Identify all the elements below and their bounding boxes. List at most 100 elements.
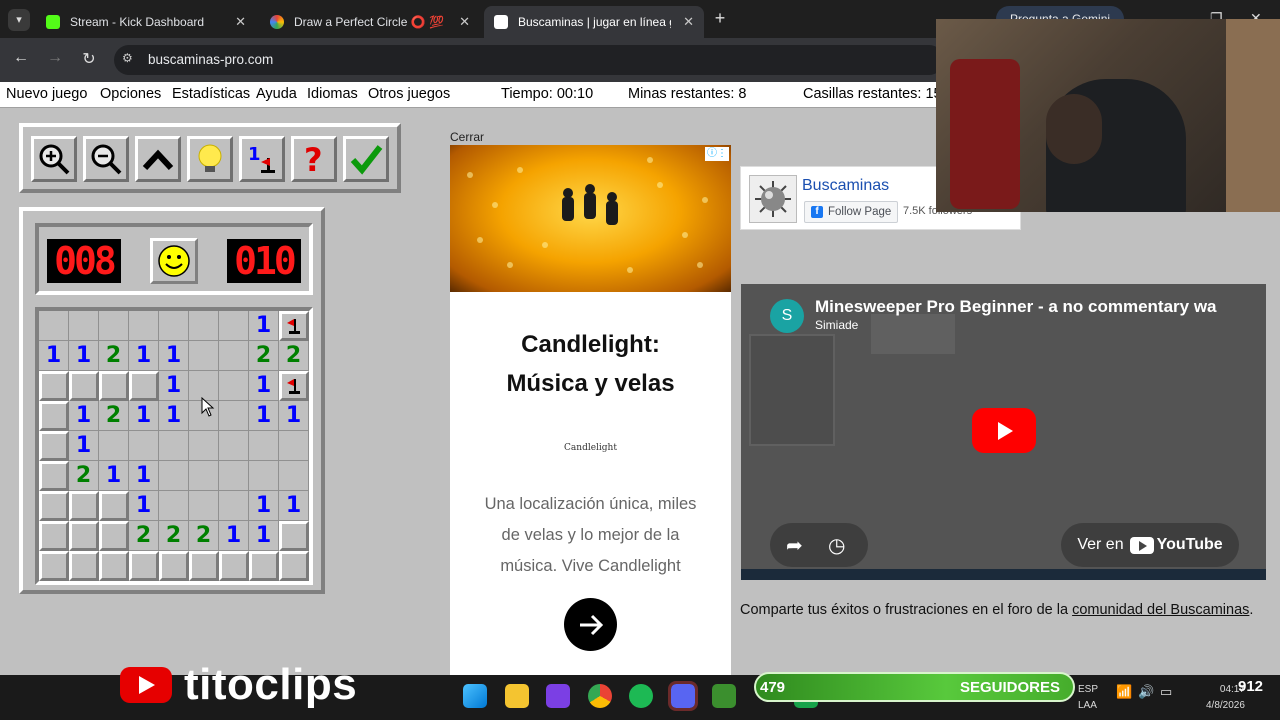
clapper-icon[interactable] <box>546 684 570 708</box>
cell-empty[interactable] <box>249 431 279 461</box>
cell-empty[interactable] <box>159 491 189 521</box>
discord-icon[interactable] <box>668 681 698 711</box>
close-ad-link[interactable]: Cerrar <box>450 130 484 144</box>
url-text[interactable]: buscaminas-pro.com <box>148 52 273 67</box>
cell-unrevealed[interactable] <box>69 491 99 521</box>
zoom-out-button[interactable] <box>83 136 129 182</box>
hint-button[interactable] <box>187 136 233 182</box>
cell-empty[interactable] <box>279 431 309 461</box>
close-tab-icon[interactable]: ✕ <box>235 14 246 30</box>
tab-buscaminas[interactable]: Buscaminas | jugar en línea gra ✕ <box>484 6 704 38</box>
cell-number[interactable]: 2 <box>69 461 99 491</box>
cell-number[interactable]: 1 <box>249 401 279 431</box>
cell-unrevealed[interactable] <box>129 551 159 581</box>
watch-on-youtube-button[interactable]: Ver en YouTube <box>1061 523 1239 567</box>
menu-options[interactable]: Opciones <box>100 86 161 102</box>
cell-empty[interactable] <box>189 341 219 371</box>
cell-unrevealed[interactable] <box>99 551 129 581</box>
spotify-icon[interactable] <box>629 684 653 708</box>
url-field[interactable]: ⚙ buscaminas-pro.com <box>114 45 944 75</box>
cell-number[interactable]: 1 <box>279 401 309 431</box>
volume-icon[interactable]: 🔊 <box>1138 684 1154 700</box>
video-title[interactable]: Minesweeper Pro Beginner - a no commenta… <box>815 297 1255 317</box>
wifi-icon[interactable]: 📶 <box>1116 684 1132 700</box>
cell-number[interactable]: 1 <box>129 461 159 491</box>
mine-logo[interactable] <box>749 175 797 223</box>
menu-other-games[interactable]: Otros juegos <box>368 86 450 102</box>
cell-flagged[interactable] <box>279 311 309 341</box>
cell-empty[interactable] <box>219 491 249 521</box>
cell-number[interactable]: 2 <box>279 341 309 371</box>
cell-empty[interactable] <box>189 311 219 341</box>
play-button[interactable] <box>972 408 1036 453</box>
cell-unrevealed[interactable] <box>39 461 69 491</box>
fb-page-name[interactable]: Buscaminas <box>802 177 889 195</box>
candlelight-ad[interactable]: ⓘ⋮ Candlelight: Música y velas Candlelig… <box>450 145 731 675</box>
new-tab-icon[interactable]: + <box>710 8 730 29</box>
menu-statistics[interactable]: Estadísticas <box>172 86 250 102</box>
cell-empty[interactable] <box>219 341 249 371</box>
lang-indicator[interactable]: ESP LAA <box>1078 684 1098 711</box>
cell-unrevealed[interactable] <box>279 521 309 551</box>
collapse-button[interactable] <box>135 136 181 182</box>
menu-new-game[interactable]: Nuevo juego <box>6 86 87 102</box>
cell-flagged[interactable] <box>279 371 309 401</box>
cell-unrevealed[interactable] <box>39 521 69 551</box>
cell-number[interactable]: 1 <box>159 401 189 431</box>
cell-empty[interactable] <box>189 461 219 491</box>
cell-number[interactable]: 1 <box>69 401 99 431</box>
cell-empty[interactable] <box>279 461 309 491</box>
community-link[interactable]: comunidad del Buscaminas <box>1072 602 1249 618</box>
close-tab-icon[interactable]: ✕ <box>683 14 694 30</box>
close-tab-icon[interactable]: ✕ <box>459 14 470 30</box>
cell-empty[interactable] <box>189 491 219 521</box>
cell-unrevealed[interactable] <box>189 551 219 581</box>
cell-unrevealed[interactable] <box>39 551 69 581</box>
cell-number[interactable]: 1 <box>249 371 279 401</box>
cell-unrevealed[interactable] <box>69 371 99 401</box>
cell-number[interactable]: 1 <box>159 371 189 401</box>
cell-unrevealed[interactable] <box>39 371 69 401</box>
reload-icon[interactable]: ↻ <box>78 49 100 69</box>
tab-draw-circle[interactable]: Draw a Perfect Circle ⭕ 💯 ✕ <box>260 6 480 38</box>
cell-number[interactable]: 1 <box>159 341 189 371</box>
cell-number[interactable]: 1 <box>129 401 159 431</box>
cell-empty[interactable] <box>159 461 189 491</box>
video-channel[interactable]: Simiade <box>815 318 858 332</box>
cell-unrevealed[interactable] <box>99 371 129 401</box>
cell-number[interactable]: 2 <box>159 521 189 551</box>
cell-empty[interactable] <box>99 431 129 461</box>
question-button[interactable]: ? <box>291 136 337 182</box>
site-info-icon[interactable]: ⚙ <box>122 51 133 65</box>
cell-number[interactable]: 2 <box>99 341 129 371</box>
smiley-button[interactable] <box>150 238 198 284</box>
follow-page-button[interactable]: f Follow Page <box>804 201 899 223</box>
cell-number[interactable]: 1 <box>249 521 279 551</box>
cell-number[interactable]: 1 <box>99 461 129 491</box>
minecraft-icon[interactable] <box>712 684 736 708</box>
share-icon[interactable]: ➦ <box>786 533 803 558</box>
cell-empty[interactable] <box>249 461 279 491</box>
flag-number-button[interactable]: 1 <box>239 136 285 182</box>
tab-kick-dashboard[interactable]: Stream - Kick Dashboard ✕ <box>36 6 256 38</box>
tab-search-dropdown-icon[interactable]: ▾ <box>8 9 30 31</box>
cell-number[interactable]: 1 <box>69 431 99 461</box>
adchoices-icon[interactable]: ⓘ⋮ <box>705 147 729 161</box>
cell-unrevealed[interactable] <box>39 431 69 461</box>
cell-empty[interactable] <box>219 461 249 491</box>
cell-number[interactable]: 2 <box>99 401 129 431</box>
cell-unrevealed[interactable] <box>159 551 189 581</box>
cell-unrevealed[interactable] <box>249 551 279 581</box>
ad-arrow-button[interactable] <box>564 598 617 651</box>
cell-number[interactable]: 1 <box>129 341 159 371</box>
cell-unrevealed[interactable] <box>39 491 69 521</box>
cell-empty[interactable] <box>129 311 159 341</box>
cell-number[interactable]: 1 <box>39 341 69 371</box>
cell-unrevealed[interactable] <box>219 551 249 581</box>
menu-help[interactable]: Ayuda <box>256 86 297 102</box>
cell-empty[interactable] <box>219 371 249 401</box>
cell-empty[interactable] <box>219 431 249 461</box>
cell-unrevealed[interactable] <box>99 521 129 551</box>
cell-unrevealed[interactable] <box>99 491 129 521</box>
windows-start-icon[interactable] <box>463 684 487 708</box>
